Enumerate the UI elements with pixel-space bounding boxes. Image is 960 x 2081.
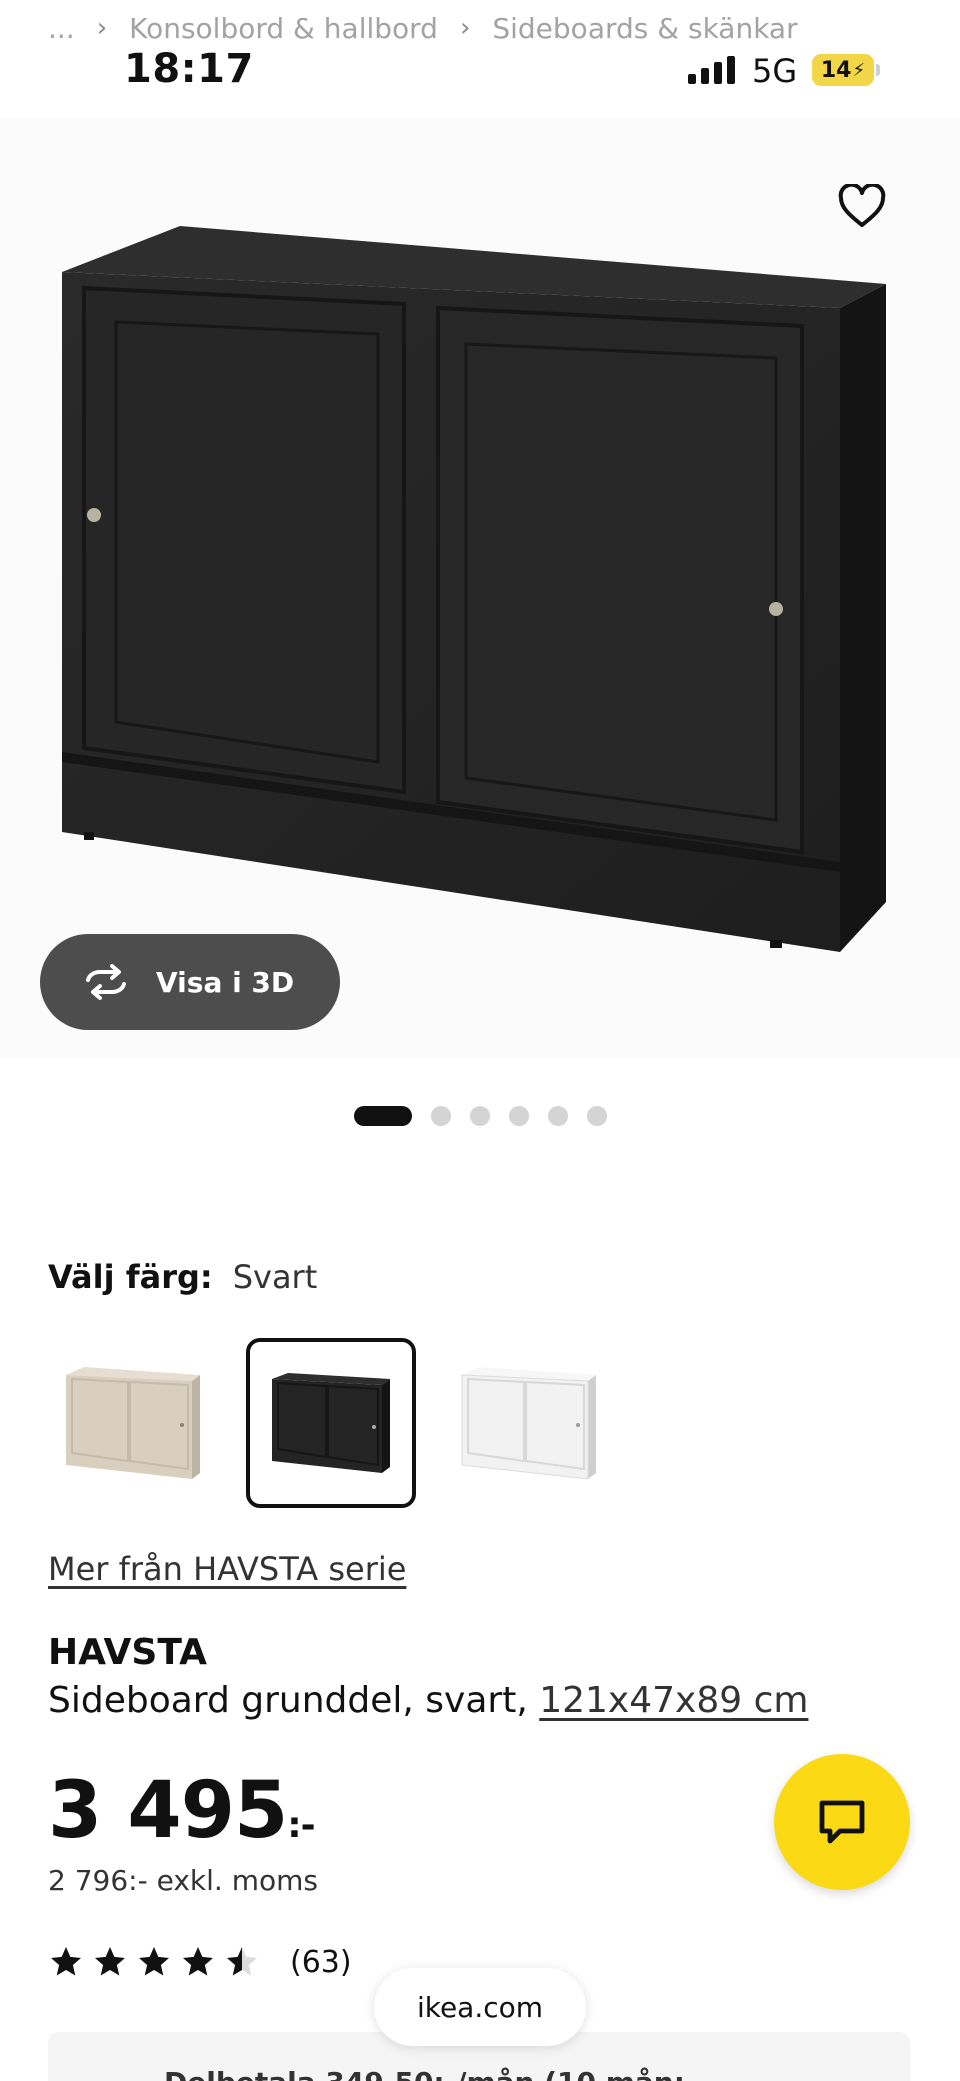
carousel-dot[interactable] (548, 1106, 568, 1126)
carousel-indicator (354, 1106, 607, 1126)
chevron-right-icon: › (96, 13, 108, 43)
star-icon (183, 1947, 213, 1976)
color-selector-label: Välj färg: Svart (48, 1258, 317, 1296)
carousel-dot[interactable] (587, 1106, 607, 1126)
carousel-dot[interactable] (431, 1106, 451, 1126)
product-description: Sideboard grunddel, svart, 121x47x89 cm (48, 1680, 808, 1721)
carousel-dot-active[interactable] (354, 1106, 412, 1126)
heart-icon (838, 184, 886, 227)
view-3d-button[interactable]: Visa i 3D (40, 934, 340, 1030)
product-rating[interactable]: (63) (48, 1944, 352, 1980)
swatch-beige[interactable] (48, 1338, 218, 1508)
color-label: Välj färg: (48, 1258, 213, 1296)
price-amount: 3 495 (48, 1766, 288, 1856)
browser-url-bar[interactable]: ikea.com (374, 1968, 586, 2046)
charging-icon: ⚡ (852, 59, 866, 81)
swatch-image-svart (272, 1373, 390, 1473)
star-icon (95, 1947, 125, 1976)
battery-icon: 14 ⚡ (812, 54, 874, 86)
view-3d-label: Visa i 3D (156, 965, 295, 999)
chevron-right-icon: › (459, 13, 471, 43)
network-type: 5G (752, 52, 798, 90)
swatch-svart[interactable] (246, 1338, 416, 1508)
chat-icon (819, 1800, 865, 1844)
price-suffix: :- (287, 1805, 315, 1846)
selected-color: Svart (232, 1258, 318, 1296)
chat-button[interactable] (774, 1754, 910, 1890)
star-icon (139, 1947, 169, 1976)
battery-cap (876, 64, 880, 76)
status-time: 18:17 (124, 46, 254, 92)
review-count[interactable]: (63) (290, 1945, 352, 1980)
color-swatches (48, 1338, 614, 1508)
half-star-icon (227, 1947, 257, 1976)
battery-level: 14 (820, 57, 852, 83)
swatch-vit[interactable] (444, 1338, 614, 1508)
product-image (62, 226, 886, 952)
swatch-image-beige (66, 1367, 200, 1479)
product-price: 3 495:- (48, 1766, 316, 1856)
rotate-3d-icon (86, 964, 126, 1000)
status-bar: 18:17 5G 14 ⚡ (0, 40, 960, 100)
carousel-dot[interactable] (509, 1106, 529, 1126)
price-excl-vat: 2 796:- exkl. moms (48, 1864, 318, 1897)
star-icon (51, 1947, 81, 1976)
series-link[interactable]: Mer från HAVSTA serie (48, 1550, 406, 1588)
wishlist-button[interactable] (826, 170, 898, 242)
signal-icon (688, 56, 735, 84)
installment-text: Delbetala 349,50:-/mån (10 mån; (164, 2066, 685, 2081)
product-description-text: Sideboard grunddel, svart, (48, 1680, 540, 1721)
product-dimensions-link[interactable]: 121x47x89 cm (539, 1680, 808, 1721)
product-name: HAVSTA (48, 1632, 207, 1673)
carousel-dot[interactable] (470, 1106, 490, 1126)
swatch-image-vit (461, 1367, 596, 1480)
